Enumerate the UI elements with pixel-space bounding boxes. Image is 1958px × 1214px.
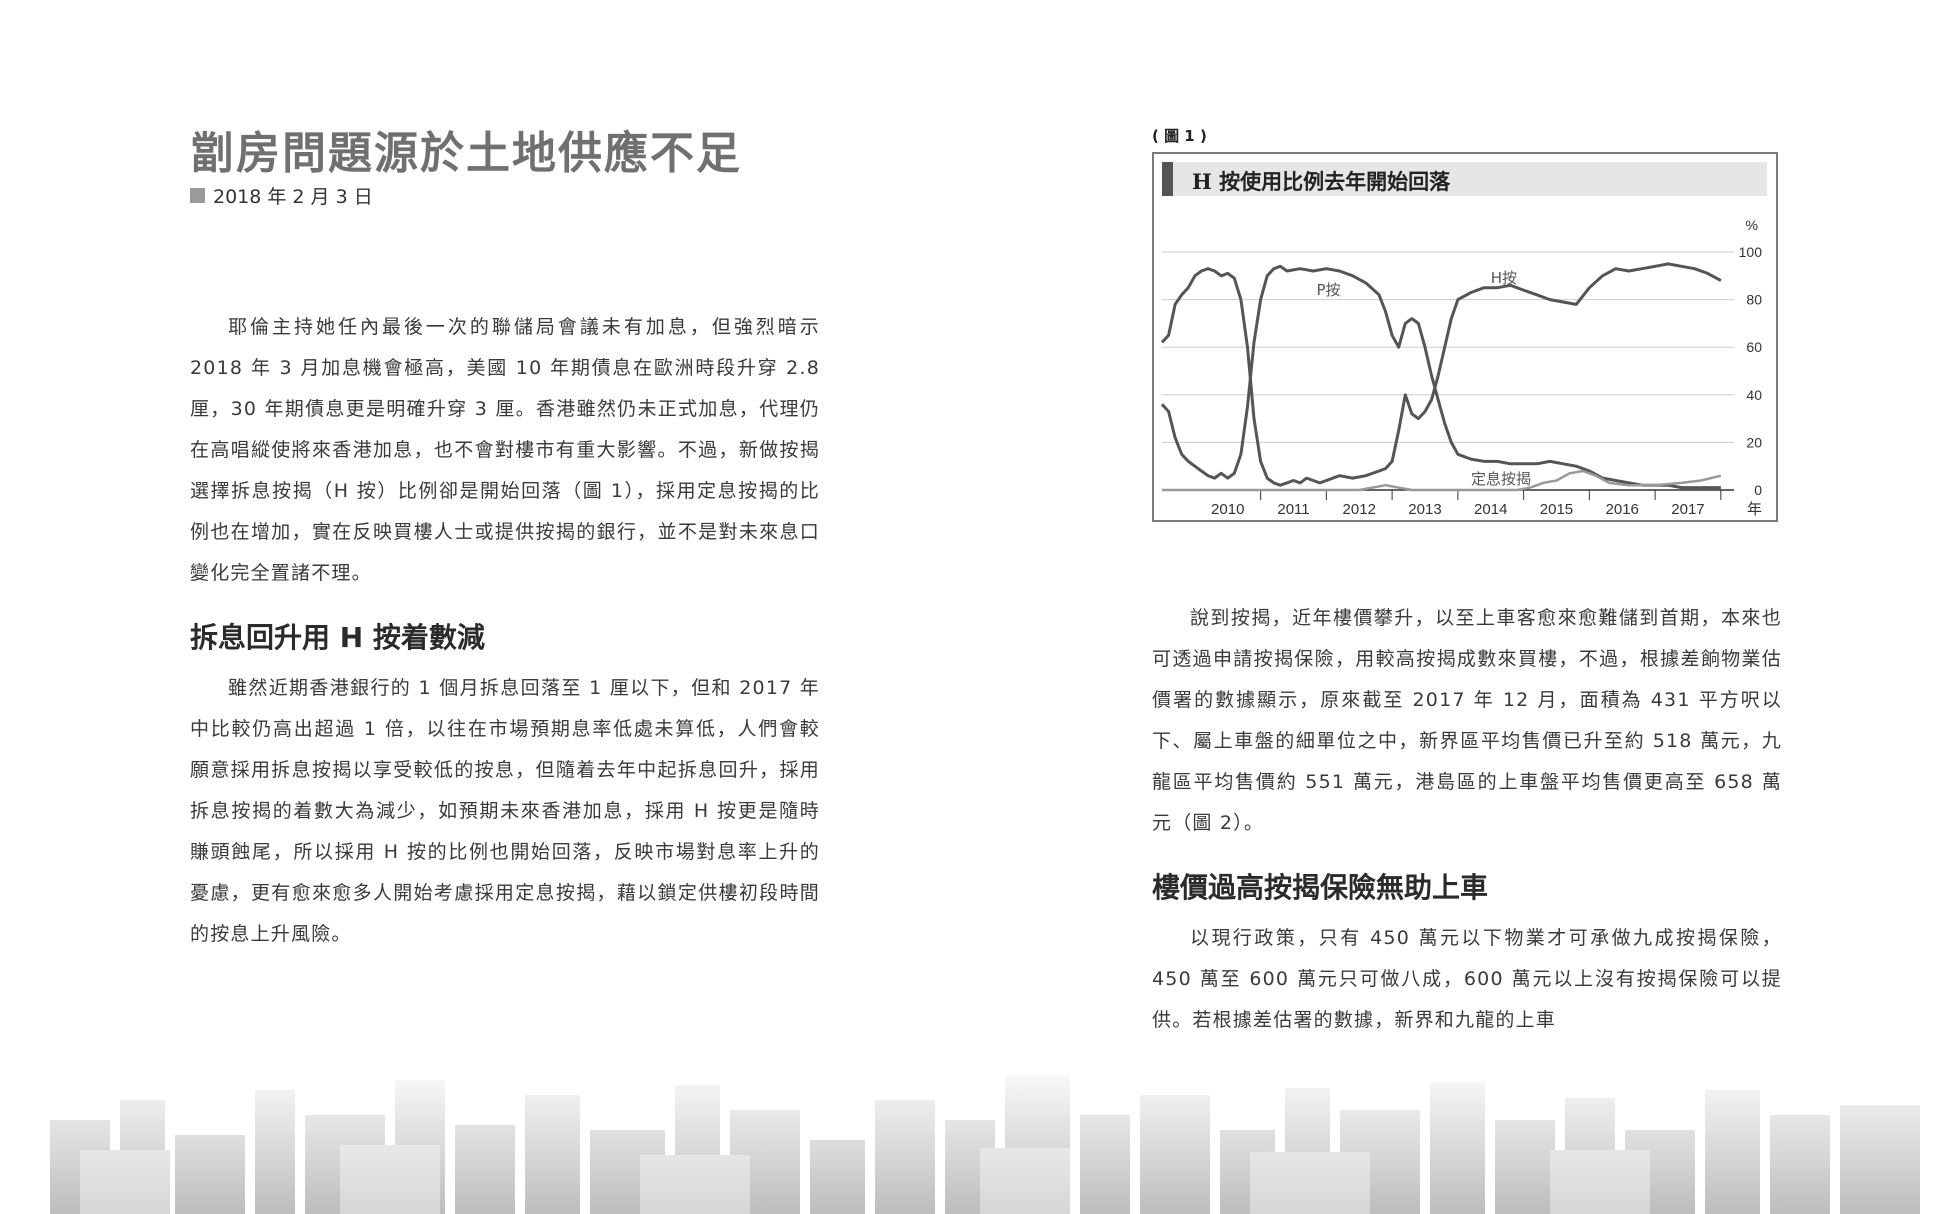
x-tick-label: 2013 — [1408, 501, 1441, 518]
right-heading-1: 樓價過高按揭保險無助上車 — [1152, 871, 1489, 904]
x-axis-unit-label: 年 — [1747, 500, 1762, 518]
right-paragraph-2: 以現行政策，只有 450 萬元以下物業才可承做九成按揭保險，450 萬至 600… — [1152, 927, 1782, 1031]
date-text: 2018 年 2 月 3 日 — [213, 186, 373, 208]
x-tick-label: 2015 — [1540, 501, 1573, 518]
figure-label: ( 圖 1 ) — [1152, 127, 1207, 145]
article-title: 劏房問題源於土地供應不足 — [190, 128, 742, 179]
right-paragraph-1: 說到按揭，近年樓價攀升，以至上車客愈來愈難儲到首期，本來也可透過申請按揭保險，用… — [1152, 607, 1782, 834]
left-paragraph-2: 雖然近期香港銀行的 1 個月拆息回落至 1 厘以下，但和 2017 年中比較仍高… — [190, 677, 820, 945]
x-tick-label: 2012 — [1343, 501, 1376, 518]
series-line-fixed — [1162, 469, 1722, 492]
x-tick-label: 2011 — [1277, 501, 1309, 518]
left-column: 劏房問題源於土地供應不足 2018 年 2 月 3 日 耶倫主持她任內最後一次的… — [190, 128, 820, 955]
y-tick-label: 0 — [1754, 482, 1762, 498]
city-skyline-background — [50, 1060, 1920, 1214]
y-tick-label: 100 — [1739, 244, 1763, 260]
y-tick-label: 20 — [1746, 434, 1762, 450]
y-tick-label: 40 — [1746, 387, 1762, 403]
y-tick-label: 80 — [1746, 292, 1762, 308]
x-tick-label: 2014 — [1474, 501, 1507, 518]
left-paragraph-1: 耶倫主持她任內最後一次的聯儲局會議未有加息，但強烈暗示 2018 年 3 月加息… — [190, 316, 820, 584]
annotation-p: P按 — [1317, 281, 1341, 299]
x-tick-label: 2017 — [1671, 501, 1704, 518]
chart-figure-1: H 按使用比例去年開始回落 0 20 40 60 80 100% 2010 2011 2012 2… — [1152, 152, 1778, 522]
y-tick-label: 60 — [1746, 339, 1762, 355]
y-axis-unit-label: % — [1746, 217, 1758, 233]
right-column: ( 圖 1 ) H 按使用比例去年開始回落 0 20 40 60 80 100% 2010 2… — [1152, 125, 1782, 1041]
article-date: 2018 年 2 月 3 日 — [190, 182, 820, 209]
x-tick-label: 2016 — [1606, 501, 1639, 518]
left-heading-1: 拆息回升用 H 按着數減 — [190, 621, 485, 654]
annotation-h: H按 — [1491, 269, 1517, 287]
x-tick-label: 2010 — [1211, 501, 1244, 518]
annotation-fixed: 定息按揭 — [1471, 470, 1531, 488]
series-line-h — [1160, 262, 1722, 487]
date-square-icon — [190, 188, 205, 203]
line-chart: 0 20 40 60 80 100% 2010 2011 2012 2013 2014 2015 201… — [1160, 217, 1763, 518]
